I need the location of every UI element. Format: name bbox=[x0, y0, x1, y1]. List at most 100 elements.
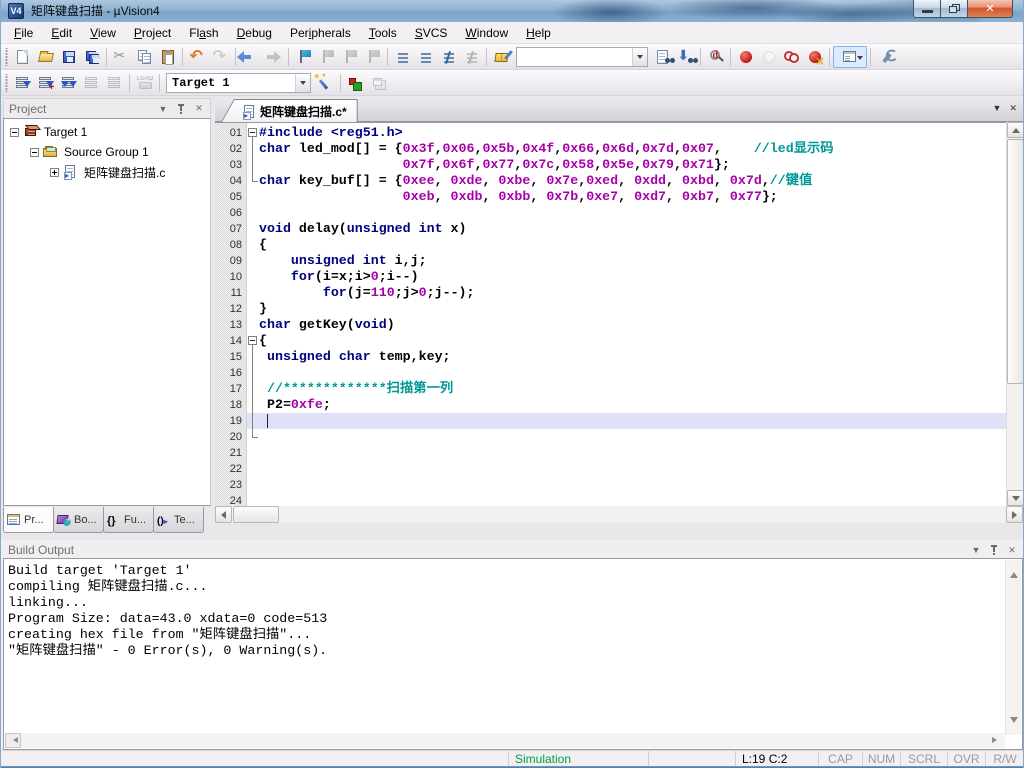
build-target-icon[interactable]: + bbox=[34, 72, 57, 94]
navigate-forward-icon[interactable] bbox=[262, 46, 285, 68]
minimize-button[interactable] bbox=[913, 0, 941, 18]
build-output-vertical-scrollbar[interactable] bbox=[1005, 560, 1021, 735]
batch-build-icon[interactable] bbox=[80, 72, 103, 94]
kill-all-breakpoints-icon[interactable]: ✕ bbox=[803, 46, 826, 68]
indent-icon[interactable] bbox=[414, 46, 437, 68]
insert-bookmark-icon[interactable] bbox=[292, 46, 315, 68]
close-icon[interactable]: ✕ bbox=[1005, 543, 1019, 557]
collapse-icon[interactable] bbox=[10, 128, 19, 137]
navigate-back-icon[interactable] bbox=[239, 46, 262, 68]
menu-svcs[interactable]: SVCS bbox=[406, 22, 457, 43]
build-output-line: "矩阵键盘扫描" - 0 Error(s), 0 Warning(s). bbox=[8, 643, 327, 659]
fold-collapse-icon[interactable] bbox=[248, 336, 257, 345]
save-all-icon[interactable] bbox=[80, 46, 103, 68]
menu-project[interactable]: Project bbox=[125, 22, 180, 43]
menu-view[interactable]: View bbox=[81, 22, 125, 43]
debug-windows-icon[interactable] bbox=[833, 46, 867, 68]
toggle-breakpoint-icon[interactable] bbox=[734, 46, 757, 68]
text-caret bbox=[267, 414, 268, 428]
editor-tab[interactable]: 矩阵键盘扫描.c* bbox=[221, 99, 358, 122]
target-select-combo[interactable]: Target 1 bbox=[166, 73, 311, 93]
tab-books[interactable]: Bo... bbox=[53, 507, 104, 533]
pin-icon[interactable] bbox=[174, 102, 188, 116]
menu-file[interactable]: File bbox=[5, 22, 42, 43]
tree-item-label: 矩阵键盘扫描.c bbox=[82, 164, 167, 181]
unindent-icon[interactable] bbox=[391, 46, 414, 68]
disable-all-breakpoints-icon[interactable] bbox=[780, 46, 803, 68]
rebuild-all-icon[interactable] bbox=[57, 72, 80, 94]
scroll-down-icon[interactable] bbox=[1010, 717, 1018, 727]
toolbar-separator bbox=[106, 48, 107, 66]
menu-debug[interactable]: Debug bbox=[228, 22, 281, 43]
chevron-down-icon[interactable] bbox=[632, 48, 647, 66]
enable-breakpoint-icon[interactable] bbox=[757, 46, 780, 68]
project-windows-icon[interactable] bbox=[367, 72, 390, 94]
download-flash-icon[interactable]: LOAD bbox=[133, 72, 156, 94]
scroll-up-icon[interactable] bbox=[1010, 568, 1018, 578]
menu-help[interactable]: Help bbox=[517, 22, 560, 43]
cut-icon[interactable]: ✂ bbox=[110, 46, 133, 68]
options-for-target-icon[interactable] bbox=[314, 72, 337, 94]
open-file-icon[interactable] bbox=[34, 46, 57, 68]
translate-file-icon[interactable] bbox=[11, 72, 34, 94]
chevron-down-icon[interactable] bbox=[295, 74, 310, 92]
tree-item-source-group1[interactable]: Source Group 1 bbox=[4, 142, 210, 162]
copy-icon[interactable] bbox=[133, 46, 156, 68]
scroll-right-icon[interactable] bbox=[992, 737, 1000, 743]
tree-item-target1[interactable]: Target 1 bbox=[4, 122, 210, 142]
menu-flash[interactable]: Flash bbox=[180, 22, 227, 43]
collapse-icon[interactable] bbox=[30, 148, 39, 157]
menu-edit[interactable]: Edit bbox=[42, 22, 81, 43]
close-button[interactable]: ✕ bbox=[968, 0, 1013, 18]
tab-list-chevron-icon[interactable]: ▼ bbox=[993, 103, 1002, 114]
next-bookmark-icon[interactable] bbox=[338, 46, 361, 68]
line-number: 21 bbox=[215, 445, 246, 461]
scroll-left-icon[interactable] bbox=[10, 737, 18, 743]
code-line: 0x7f,0x6f,0x77,0x7c,0x58,0x5e,0x79,0x71}… bbox=[259, 157, 1023, 173]
maximize-button[interactable] bbox=[941, 0, 968, 18]
incremental-find-icon[interactable]: ⬇ bbox=[674, 46, 697, 68]
tab-templates[interactable]: ()▸Te... bbox=[153, 507, 204, 533]
fold-collapse-icon[interactable] bbox=[248, 128, 257, 137]
code-editor[interactable]: #include <reg51.h>char led_mod[] = {0x3f… bbox=[247, 123, 1023, 506]
line-number: 19 bbox=[215, 413, 246, 429]
find-in-files-icon[interactable] bbox=[651, 46, 674, 68]
menu-peripherals[interactable]: Peripherals bbox=[281, 22, 360, 43]
manage-components-icon[interactable] bbox=[344, 72, 367, 94]
tab-functions[interactable]: {}Fu... bbox=[103, 507, 154, 533]
search-combo[interactable] bbox=[516, 47, 648, 67]
code-line bbox=[259, 205, 1023, 221]
tree-item-source-file[interactable]: 矩阵键盘扫描.c bbox=[4, 162, 210, 182]
build-output-content[interactable]: Build target 'Target 1'compiling 矩阵键盘扫描.… bbox=[3, 558, 1023, 750]
expand-icon[interactable] bbox=[50, 168, 59, 177]
stop-build-icon[interactable] bbox=[103, 72, 126, 94]
configure-editor-icon[interactable] bbox=[490, 46, 513, 68]
menu-tools[interactable]: Tools bbox=[360, 22, 406, 43]
tab-project[interactable]: Pr... bbox=[3, 507, 54, 533]
title-bar[interactable]: V4 矩阵键盘扫描 - µVision4 ✕ bbox=[1, 0, 1024, 22]
close-icon[interactable]: ✕ bbox=[192, 102, 206, 116]
build-output-horizontal-scrollbar[interactable] bbox=[5, 733, 1005, 748]
paste-icon[interactable] bbox=[156, 46, 179, 68]
new-file-icon[interactable] bbox=[11, 46, 34, 68]
scroll-right-icon[interactable] bbox=[1006, 506, 1023, 523]
save-icon[interactable] bbox=[57, 46, 80, 68]
undo-icon[interactable]: ↶ bbox=[186, 46, 209, 68]
app-icon[interactable]: V4 bbox=[8, 3, 24, 19]
editor-horizontal-scrollbar[interactable] bbox=[215, 506, 1023, 523]
chevron-down-icon[interactable]: ▼ bbox=[156, 102, 170, 116]
uncomment-icon[interactable] bbox=[460, 46, 483, 68]
clear-bookmarks-icon[interactable] bbox=[361, 46, 384, 68]
scroll-left-icon[interactable] bbox=[215, 506, 232, 523]
menu-window[interactable]: Window bbox=[456, 22, 517, 43]
prev-bookmark-icon[interactable] bbox=[315, 46, 338, 68]
source-browser-icon[interactable]: d bbox=[704, 46, 727, 68]
horizontal-scroll-thumb[interactable] bbox=[233, 506, 279, 523]
chevron-down-icon[interactable]: ▼ bbox=[969, 543, 983, 557]
configure-target-icon[interactable] bbox=[874, 46, 897, 68]
project-panel-header: Project ▼ ✕ bbox=[3, 98, 211, 118]
redo-icon[interactable]: ↷ bbox=[209, 46, 232, 68]
comment-icon[interactable] bbox=[437, 46, 460, 68]
close-tab-icon[interactable]: ✕ bbox=[1009, 103, 1017, 114]
pin-icon[interactable] bbox=[987, 543, 1001, 557]
